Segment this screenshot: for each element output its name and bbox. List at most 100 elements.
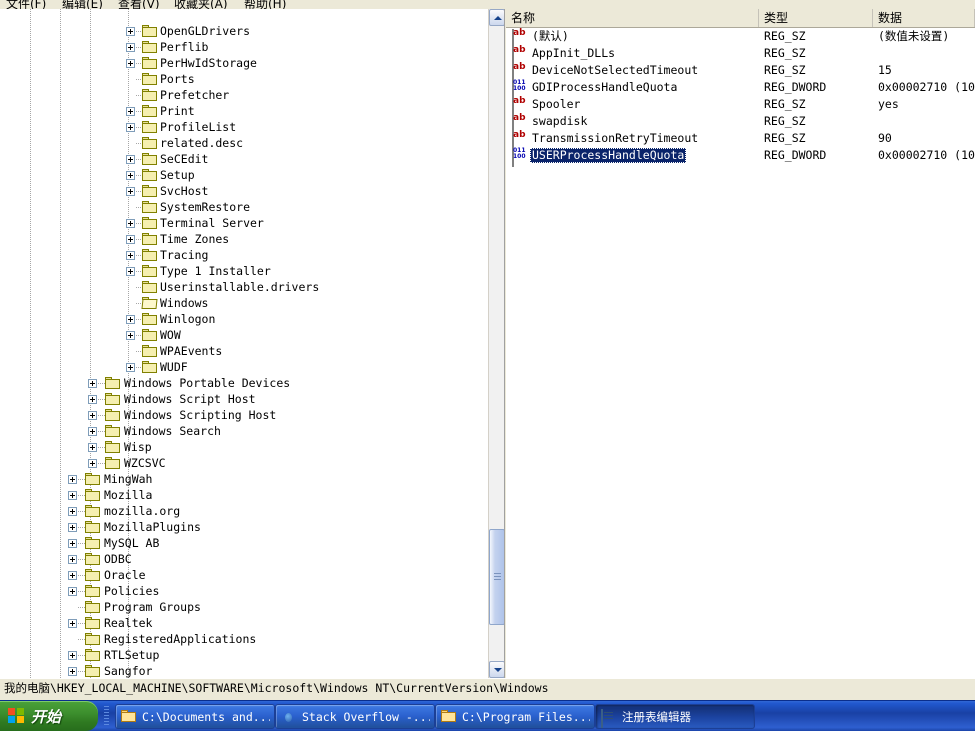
tree-node[interactable]: Print	[0, 103, 489, 119]
expand-node-icon[interactable]	[68, 491, 77, 500]
tree-node[interactable]: Userinstallable.drivers	[0, 279, 489, 295]
value-row[interactable]: (默认) REG_SZ (数值未设置)	[506, 28, 975, 48]
tree-node[interactable]: MingWah	[0, 471, 489, 487]
expand-node-icon[interactable]	[126, 315, 135, 324]
start-button[interactable]: 开始	[0, 701, 98, 731]
expand-node-icon[interactable]	[88, 395, 97, 404]
value-row[interactable]: USERProcessHandleQuota REG_DWORD 0x0000271…	[506, 147, 975, 167]
tree-node[interactable]: Windows Script Host	[0, 391, 489, 407]
expand-node-icon[interactable]	[68, 523, 77, 532]
tree-node[interactable]: ProfileList	[0, 119, 489, 135]
expand-node-icon[interactable]	[68, 651, 77, 660]
tree-node[interactable]: Type 1 Installer	[0, 263, 489, 279]
tree-node[interactable]: Winlogon	[0, 311, 489, 327]
column-header-2[interactable]: 数据	[873, 9, 975, 27]
expand-node-icon[interactable]	[126, 27, 135, 36]
taskbar-button[interactable]: 注册表编辑器	[595, 704, 755, 729]
tree-node[interactable]: Setup	[0, 167, 489, 183]
tree-node[interactable]: SystemRestore	[0, 199, 489, 215]
expand-node-icon[interactable]	[88, 443, 97, 452]
expand-node-icon[interactable]	[88, 379, 97, 388]
expand-node-icon[interactable]	[126, 219, 135, 228]
registry-value-list-pane[interactable]: 名称类型数据 (默认) REG_SZ (数值未设置) AppInit_DLLs REG_…	[506, 9, 975, 678]
tree-node[interactable]: Program Groups	[0, 599, 489, 615]
expand-node-icon[interactable]	[126, 123, 135, 132]
menu-item-0[interactable]: 文件(F)	[6, 0, 46, 9]
tree-node[interactable]: Ports	[0, 71, 489, 87]
tree-node[interactable]: Mozilla	[0, 487, 489, 503]
value-row[interactable]: swapdisk REG_SZ	[506, 113, 975, 133]
taskbar-button[interactable]: Stack Overflow -...	[275, 704, 435, 729]
tree-node[interactable]: Policies	[0, 583, 489, 599]
menu-bar[interactable]: 文件(F) 编辑(E) 查看(V) 收藏夹(A) 帮助(H)	[0, 0, 975, 9]
menu-item-4[interactable]: 帮助(H)	[244, 0, 286, 9]
tree-node[interactable]: Oracle	[0, 567, 489, 583]
expand-node-icon[interactable]	[126, 363, 135, 372]
expand-node-icon[interactable]	[126, 107, 135, 116]
value-row[interactable]: TransmissionRetryTimeout REG_SZ 90	[506, 130, 975, 150]
tree-node[interactable]: Windows Search	[0, 423, 489, 439]
tree-node[interactable]: SvcHost	[0, 183, 489, 199]
expand-node-icon[interactable]	[126, 155, 135, 164]
tree-node[interactable]: Windows	[0, 295, 489, 311]
tree-node[interactable]: Wisp	[0, 439, 489, 455]
expand-node-icon[interactable]	[68, 667, 77, 676]
expand-node-icon[interactable]	[126, 251, 135, 260]
expand-node-icon[interactable]	[126, 187, 135, 196]
tree-node[interactable]: RegisteredApplications	[0, 631, 489, 647]
tree-node[interactable]: WOW	[0, 327, 489, 343]
value-row[interactable]: Spooler REG_SZ yes	[506, 96, 975, 116]
tree-node[interactable]: Realtek	[0, 615, 489, 631]
expand-node-icon[interactable]	[88, 459, 97, 468]
tree-node[interactable]: Windows Scripting Host	[0, 407, 489, 423]
taskbar-button[interactable]: C:\Program Files...	[435, 704, 595, 729]
tree-node[interactable]: Sangfor	[0, 663, 489, 678]
expand-node-icon[interactable]	[68, 619, 77, 628]
expand-node-icon[interactable]	[68, 475, 77, 484]
value-row[interactable]: AppInit_DLLs REG_SZ	[506, 45, 975, 65]
expand-node-icon[interactable]	[68, 539, 77, 548]
tree-node[interactable]: Perflib	[0, 39, 489, 55]
column-header-1[interactable]: 类型	[759, 9, 873, 27]
expand-node-icon[interactable]	[68, 571, 77, 580]
tree-node[interactable]: Terminal Server	[0, 215, 489, 231]
tree-node[interactable]: Tracing	[0, 247, 489, 263]
tree-node[interactable]: PerHwIdStorage	[0, 55, 489, 71]
tree-node[interactable]: SeCEdit	[0, 151, 489, 167]
expand-node-icon[interactable]	[126, 267, 135, 276]
tree-node[interactable]: Time Zones	[0, 231, 489, 247]
column-header-0[interactable]: 名称	[506, 9, 759, 27]
scroll-up-button[interactable]	[489, 9, 504, 26]
expand-node-icon[interactable]	[68, 587, 77, 596]
scroll-down-button[interactable]	[489, 661, 504, 678]
tree-node[interactable]: ODBC	[0, 551, 489, 567]
tree-node[interactable]: WPAEvents	[0, 343, 489, 359]
value-row[interactable]: DeviceNotSelectedTimeout REG_SZ 15	[506, 62, 975, 82]
expand-node-icon[interactable]	[126, 171, 135, 180]
taskbar-button[interactable]: C:\Documents and...	[115, 704, 275, 729]
menu-item-2[interactable]: 查看(V)	[118, 0, 160, 9]
menu-item-3[interactable]: 收藏夹(A)	[174, 0, 228, 9]
expand-node-icon[interactable]	[88, 427, 97, 436]
tree-node[interactable]: OpenGLDrivers	[0, 23, 489, 39]
tree-node[interactable]: RTLSetup	[0, 647, 489, 663]
tree-node[interactable]: WUDF	[0, 359, 489, 375]
tree-node[interactable]: MySQL AB	[0, 535, 489, 551]
tree-node[interactable]: Prefetcher	[0, 87, 489, 103]
tree-node[interactable]: MozillaPlugins	[0, 519, 489, 535]
tree-vertical-scrollbar[interactable]	[488, 9, 504, 678]
expand-node-icon[interactable]	[126, 43, 135, 52]
expand-node-icon[interactable]	[126, 235, 135, 244]
expand-node-icon[interactable]	[68, 555, 77, 564]
taskbar[interactable]: 开始 C:\Documents and... Stack Overflow -..…	[0, 700, 975, 731]
menu-item-1[interactable]: 编辑(E)	[62, 0, 103, 9]
tree-node[interactable]: WZCSVC	[0, 455, 489, 471]
registry-key-tree-pane[interactable]: OpenGLDrivers Perflib PerHwIdStorage Ports P…	[0, 9, 505, 678]
value-row[interactable]: GDIProcessHandleQuota REG_DWORD 0x00002710…	[506, 79, 975, 99]
expand-node-icon[interactable]	[68, 507, 77, 516]
scrollbar-thumb[interactable]	[489, 529, 504, 625]
tree-node[interactable]: Windows Portable Devices	[0, 375, 489, 391]
value-list-header[interactable]: 名称 类型 数据	[506, 9, 975, 28]
tree-node[interactable]: mozilla.org	[0, 503, 489, 519]
expand-node-icon[interactable]	[88, 411, 97, 420]
